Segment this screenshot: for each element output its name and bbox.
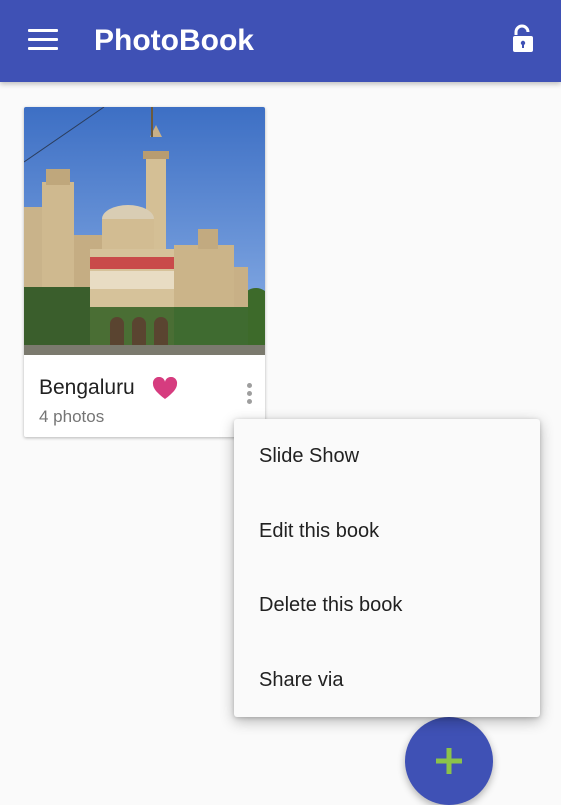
book-cover-photo[interactable]	[24, 107, 265, 356]
menu-icon[interactable]	[22, 24, 66, 58]
plus-icon	[436, 748, 462, 774]
lock-open-icon[interactable]	[505, 22, 541, 58]
menu-item-edit-book[interactable]: Edit this book	[234, 494, 540, 569]
menu-item-delete-book[interactable]: Delete this book	[234, 568, 540, 643]
photobook-card[interactable]: Bengaluru 4 photos	[24, 107, 265, 437]
app-title: PhotoBook	[94, 24, 254, 57]
photo-count: 4 photos	[39, 407, 105, 426]
favorite-heart-icon[interactable]	[152, 376, 178, 401]
more-vert-icon[interactable]	[238, 383, 260, 409]
book-options-menu: Slide Show Edit this book Delete this bo…	[234, 419, 540, 717]
menu-item-share-via[interactable]: Share via	[234, 643, 540, 718]
book-title: Bengaluru	[39, 376, 135, 399]
app-bar: PhotoBook	[0, 0, 561, 82]
menu-item-slide-show[interactable]: Slide Show	[234, 419, 540, 494]
add-book-button[interactable]	[405, 717, 493, 805]
